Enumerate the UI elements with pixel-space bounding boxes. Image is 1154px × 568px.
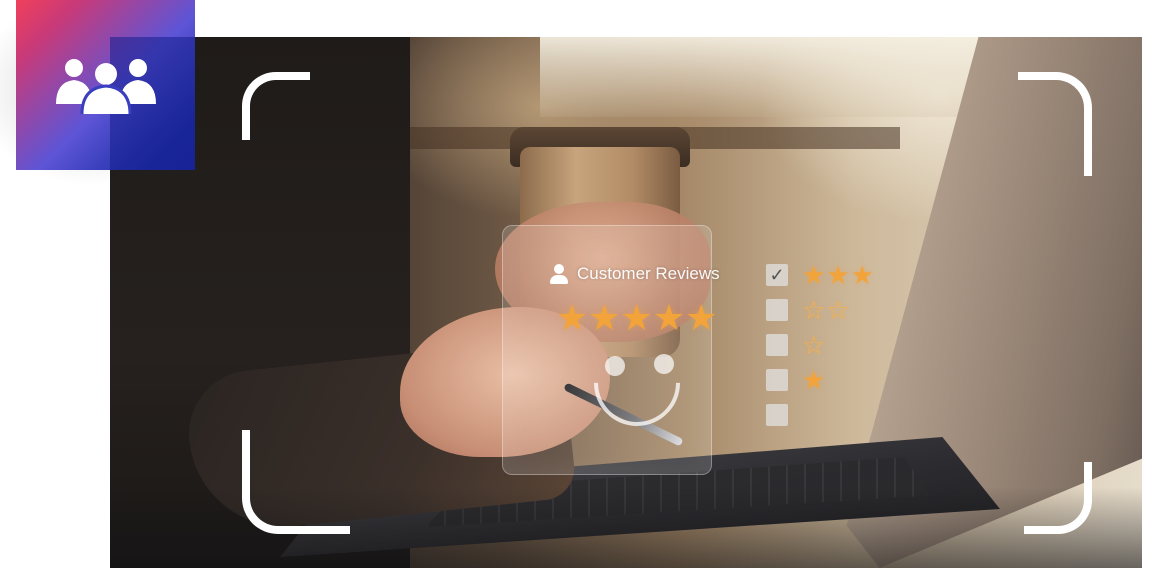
focus-bracket-bottom-left [242, 430, 350, 534]
checkbox-checked: ✓ [766, 264, 788, 286]
checklist-stars: ★★★ [802, 260, 875, 290]
person-icon [549, 264, 569, 284]
focus-bracket-top-right [1018, 72, 1092, 176]
rating-stars: ★★★★★ [556, 297, 718, 338]
review-card-header: Customer Reviews [549, 264, 720, 284]
stage: Customer Reviews ★★★★★ ✓ ★★★ ☆☆ ☆ ★ [0, 0, 1154, 568]
checkbox [766, 369, 788, 391]
review-card [502, 225, 712, 475]
focus-bracket-bottom-right [1024, 462, 1092, 534]
checkbox [766, 299, 788, 321]
checklist-row: ☆ [766, 332, 875, 358]
checklist-stars: ★ [802, 365, 827, 395]
checklist-row: ★ [766, 367, 875, 393]
review-card-title: Customer Reviews [577, 264, 720, 283]
background-window [540, 37, 1020, 117]
rating-checklist: ✓ ★★★ ☆☆ ☆ ★ [766, 262, 875, 428]
checkbox [766, 404, 788, 426]
checklist-stars: ☆ [802, 330, 827, 360]
checklist-row: ☆☆ [766, 297, 875, 323]
checklist-row: ✓ ★★★ [766, 262, 875, 288]
group-users-icon [56, 59, 156, 115]
checkbox [766, 334, 788, 356]
checklist-stars: ☆☆ [802, 295, 851, 325]
checklist-row [766, 402, 875, 428]
